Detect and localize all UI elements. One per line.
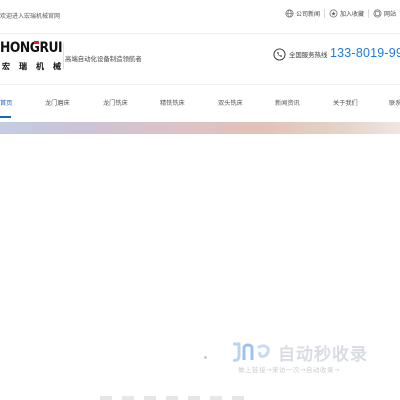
nav-active-indicator bbox=[0, 116, 11, 118]
nav-item-gantry-grinder[interactable]: 龙门磨床 bbox=[45, 98, 70, 107]
watermark-brand: 自动秒收录 bbox=[278, 345, 368, 365]
hero-banner bbox=[0, 122, 400, 134]
logo-text: HONGRUI bbox=[0, 40, 63, 56]
sitemap-link[interactable]: 网站 bbox=[369, 9, 400, 18]
company-news-label: 公司新闻 bbox=[295, 11, 320, 18]
company-logo[interactable]: HONGRUI 宏瑞机械 bbox=[0, 40, 63, 74]
preview-block bbox=[122, 396, 134, 400]
nav-item-contact[interactable]: 联系 bbox=[389, 98, 400, 107]
nav-item-precision-milling[interactable]: 精铣铣床 bbox=[160, 98, 185, 107]
nav-item-news[interactable]: 新闻资讯 bbox=[275, 98, 300, 107]
content-preview-strip bbox=[100, 396, 300, 400]
phone-icon bbox=[273, 48, 286, 61]
sitemap-label: 网站 bbox=[383, 11, 396, 18]
nav-item-about[interactable]: 关于我们 bbox=[333, 98, 358, 107]
preview-block bbox=[144, 396, 156, 400]
welcome-text: 欢迎进入宏瑞机械官网 bbox=[0, 13, 61, 20]
preview-block bbox=[232, 396, 244, 400]
watermark-subtitle: 做上链接→来访一次→自动收录→ bbox=[238, 366, 340, 374]
add-favorite-link[interactable]: 加入收藏 bbox=[325, 9, 368, 18]
add-favorite-label: 加入收藏 bbox=[339, 11, 364, 18]
carousel-dot[interactable] bbox=[204, 356, 207, 359]
logo-divider bbox=[63, 43, 64, 69]
sitemap-icon bbox=[373, 9, 382, 18]
hotline-number[interactable]: 133-8019-99 bbox=[330, 46, 400, 60]
hotline-label: 全国服务热线 bbox=[289, 51, 328, 59]
logo-accent-mark bbox=[34, 41, 39, 44]
star-icon bbox=[329, 9, 338, 18]
nav-item-double-head-milling[interactable]: 双头铣床 bbox=[218, 98, 243, 107]
nav-item-gantry-milling[interactable]: 龙门铣床 bbox=[103, 98, 128, 107]
slogan: 高端自动化设备制造领航者 bbox=[65, 55, 142, 63]
main-nav: 首页 龙门磨床 龙门铣床 精铣铣床 双头铣床 新闻资讯 关于我们 联系 bbox=[0, 84, 400, 122]
logo-chinese-name: 宏瑞机械 bbox=[2, 62, 70, 71]
site-header: HONGRUI 宏瑞机械 高端自动化设备制造领航者 全国服务热线 133-801… bbox=[0, 34, 400, 84]
nav-item-home[interactable]: 首页 bbox=[0, 98, 12, 107]
preview-block bbox=[210, 396, 222, 400]
company-news-link[interactable]: 公司新闻 bbox=[281, 9, 324, 18]
preview-block bbox=[166, 396, 178, 400]
top-links: 公司新闻 加入收藏 网站 bbox=[281, 9, 400, 18]
hotline: 全国服务热线 bbox=[273, 48, 327, 61]
preview-block bbox=[188, 396, 200, 400]
watermark: 自动秒收录 做上链接→来访一次→自动收录→ bbox=[230, 340, 390, 380]
top-bar: 欢迎进入宏瑞机械官网 公司新闻 加入收藏 网站 bbox=[0, 0, 400, 34]
globe-icon bbox=[285, 9, 294, 18]
watermark-logo-icon bbox=[232, 342, 270, 362]
preview-block bbox=[100, 396, 112, 400]
